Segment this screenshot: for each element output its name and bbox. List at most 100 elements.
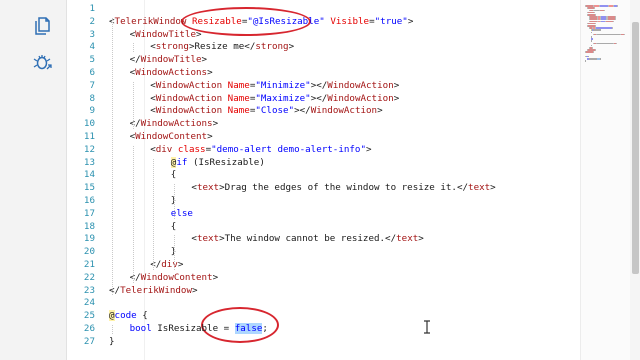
line-number: 26 <box>83 323 95 334</box>
minimap-line <box>616 5 618 7</box>
code-token: > <box>377 105 383 117</box>
minimap-line <box>597 33 621 36</box>
code-text: { <box>171 221 177 234</box>
code-token: </ <box>129 271 141 283</box>
code-line[interactable]: 7 <WindowAction Name="Minimize"></WindowA… <box>67 80 567 93</box>
minimap-line <box>612 20 614 23</box>
code-token: Visible <box>330 15 370 27</box>
code-line[interactable]: 17 else <box>67 208 567 221</box>
selected-token: false <box>234 323 263 334</box>
code-token: > <box>192 284 198 296</box>
code-token: WindowTitle <box>140 54 202 66</box>
code-token: WindowAction <box>310 105 378 117</box>
code-token: ; <box>262 323 268 334</box>
code-line[interactable]: 8 <WindowAction Name="Maximize"></WindowA… <box>67 93 567 106</box>
code-line[interactable]: 22 </WindowContent> <box>67 272 567 285</box>
code-line[interactable]: 23 </TelerikWindow> <box>67 285 567 298</box>
code-line[interactable]: 12 <div class="demo-alert demo-alert-info… <box>67 144 567 157</box>
code-line[interactable]: 18 { <box>67 221 567 234</box>
code-token: text <box>468 182 491 194</box>
line-number: 9 <box>89 105 95 117</box>
code-line[interactable]: 10 </WindowActions> <box>67 118 567 131</box>
code-token: > <box>418 233 424 245</box>
code-token: "demo-alert demo-alert-info" <box>211 143 366 155</box>
line-number: 7 <box>89 79 95 91</box>
code-token: </ <box>456 182 469 194</box>
code-token: </ <box>150 259 162 270</box>
code-text: <TelerikWindow Resizable="@IsResizable" … <box>109 16 413 29</box>
code-editor[interactable]: 1 2 <TelerikWindow Resizable="@IsResizable… <box>67 0 580 360</box>
code-token: WindowAction <box>155 92 223 104</box>
code-line[interactable]: 11 <WindowContent> <box>67 131 567 144</box>
code-token: Name <box>227 105 250 117</box>
code-token: </ <box>385 233 397 245</box>
line-number: 6 <box>89 67 95 78</box>
line-number: 25 <box>83 310 95 322</box>
activity-bar <box>0 0 67 360</box>
code-line[interactable]: 14 { <box>67 169 567 182</box>
code-line[interactable]: 5 </WindowTitle> <box>67 54 567 67</box>
code-text: <text>Drag the edges of the window to re… <box>191 182 495 195</box>
minimap-line <box>593 29 601 31</box>
code-token: { <box>170 169 177 181</box>
minimap-line <box>614 18 616 20</box>
code-line[interactable]: 6 <WindowActions> <box>67 67 567 80</box>
code-text: <WindowContent> <box>130 131 213 144</box>
code-line[interactable]: 20} <box>67 246 567 259</box>
code-line[interactable]: 15 <text>Drag the edges of the window to … <box>67 182 567 195</box>
code-line[interactable]: 24 <box>67 297 567 310</box>
code-token: TelerikWindow <box>120 284 192 296</box>
code-line[interactable]: 16} <box>67 195 567 208</box>
code-line[interactable]: 3 <WindowTitle> <box>67 29 567 42</box>
line-number: 11 <box>83 131 95 142</box>
code-token: > <box>288 41 295 53</box>
code-token: { <box>136 310 148 322</box>
minimap-line <box>603 9 605 12</box>
line-number: 27 <box>83 335 95 347</box>
indent-guide <box>132 145 134 283</box>
minimap-line <box>593 51 595 53</box>
code-token: WindowContent <box>135 131 208 142</box>
indent-guide <box>132 43 134 53</box>
line-number: 12 <box>83 143 95 155</box>
code-line[interactable]: 1 <box>67 3 567 16</box>
code-token: text <box>196 182 220 194</box>
code-line[interactable]: 13 @if (IsResizable) <box>67 156 567 170</box>
files-icon[interactable] <box>33 16 53 36</box>
code-token: </ <box>109 284 121 296</box>
code-line[interactable]: 4 <strong>Resize me</strong> <box>67 41 567 54</box>
code-token: WindowAction <box>155 79 223 91</box>
code-line[interactable]: 19 <text>The window cannot be resized.</t… <box>67 233 567 246</box>
line-number: 15 <box>83 182 95 194</box>
code-text: <strong>Resize me</strong> <box>150 41 294 54</box>
line-number: 24 <box>83 297 95 309</box>
line-number: 14 <box>83 169 95 181</box>
code-token: WindowAction <box>155 105 223 117</box>
code-token: WindowTitle <box>135 28 196 40</box>
code-token: > <box>490 182 496 194</box>
debug-bug-icon[interactable] <box>33 52 53 72</box>
code-text: <text>The window cannot be resized.</tex… <box>191 233 423 246</box>
code-line[interactable]: 21 </div> <box>67 259 567 272</box>
code-token: "true" <box>374 15 408 27</box>
code-token: TelerikWindow <box>114 15 187 27</box>
code-token: (IsResizable) <box>187 156 265 168</box>
line-number: 8 <box>89 92 95 104</box>
code-line[interactable]: 27} <box>67 336 567 349</box>
minimap-line <box>591 31 592 34</box>
code-token: > <box>207 67 213 78</box>
code-token: > <box>366 143 372 155</box>
code-line[interactable]: 9 <WindowAction Name="Close"></WindowActi… <box>67 105 567 118</box>
code-line[interactable]: 26 bool IsResizable = false; <box>67 323 567 336</box>
code-token: > <box>177 259 184 270</box>
code-text: @code { <box>109 310 148 323</box>
code-line[interactable]: 25 @code { <box>67 310 567 323</box>
scrollbar-thumb[interactable] <box>632 22 639 274</box>
line-number: 21 <box>83 259 95 270</box>
code-token: WindowAction <box>327 79 394 91</box>
code-line[interactable]: 2 <TelerikWindow Resizable="@IsResizable"… <box>67 16 567 29</box>
code-token: WindowContent <box>140 271 213 283</box>
minimap-line <box>600 5 608 7</box>
code-text: <WindowAction Name="Minimize"></WindowAc… <box>150 80 399 93</box>
indent-guide <box>153 158 155 270</box>
